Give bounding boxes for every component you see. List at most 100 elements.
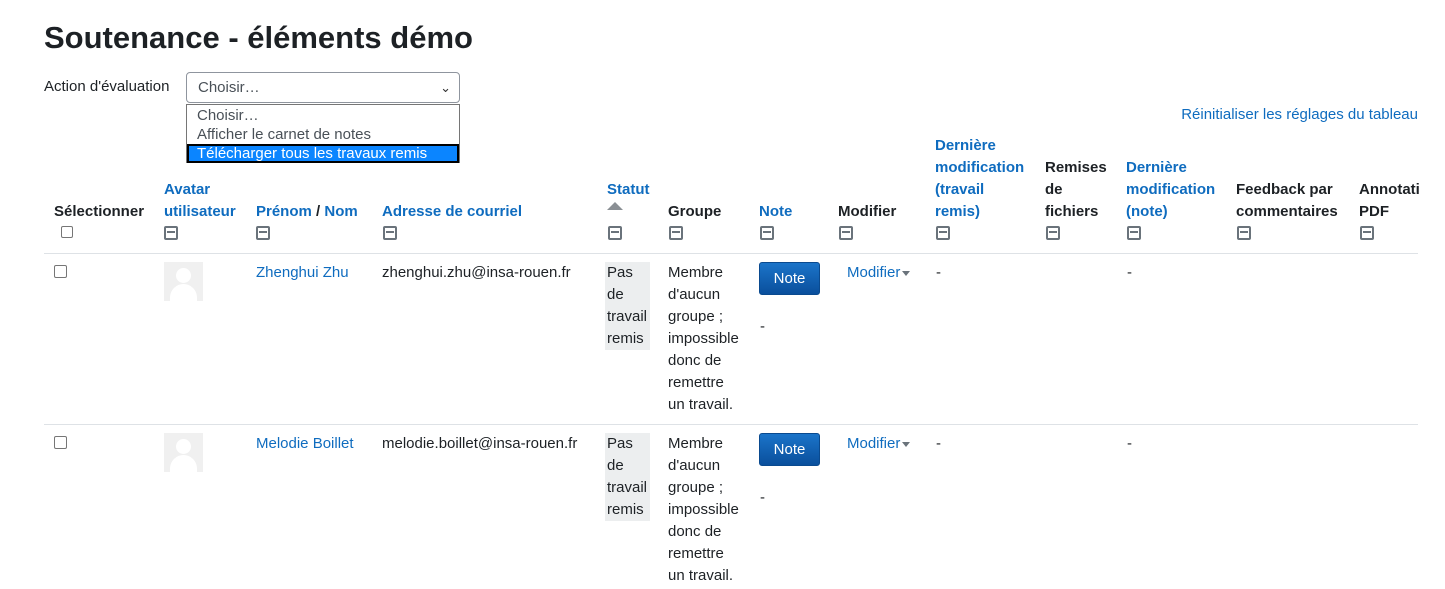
sort-ascending-icon <box>607 202 623 210</box>
status-badge: Pas de travail remis <box>605 433 650 521</box>
header-line: (travail <box>935 181 985 198</box>
header-last-modified-submission[interactable]: Dernière modification (travail remis) <box>935 135 1024 223</box>
header-name-separator: / <box>316 203 321 220</box>
grade-button[interactable]: Note <box>759 262 820 295</box>
collapse-column-icon[interactable] <box>936 226 950 240</box>
last-modified-grade: - <box>1127 435 1132 452</box>
group-info: Membre d'aucun groupe ; impossible donc … <box>668 262 739 416</box>
header-feedback: Feedback par commentaires <box>1236 179 1338 223</box>
group-line: Membre <box>668 435 724 452</box>
last-modified-submission: - <box>936 435 941 452</box>
group-line: groupe ; <box>668 308 724 325</box>
page-title: Soutenance - éléments démo <box>44 20 473 55</box>
grade-value: - <box>760 318 765 335</box>
status-line: de <box>607 286 624 303</box>
header-line: (note) <box>1126 203 1168 220</box>
status-line: remis <box>607 330 644 347</box>
header-line: remis) <box>935 203 981 220</box>
select-value: Choisir… <box>198 79 260 96</box>
collapse-column-icon[interactable] <box>839 226 853 240</box>
row-select-checkbox[interactable] <box>54 436 67 449</box>
avatar[interactable] <box>164 433 203 472</box>
header-avatar[interactable]: Avatar utilisateur <box>164 179 236 223</box>
header-last-modified-grade[interactable]: Dernière modification (note) <box>1126 157 1215 223</box>
caret-down-icon <box>902 270 911 276</box>
grade-button[interactable]: Note <box>759 433 820 466</box>
header-select: Sélectionner <box>54 203 145 220</box>
header-line: Feedback par <box>1236 181 1333 198</box>
header-line: commentaires <box>1236 203 1338 220</box>
group-line: remettre <box>668 374 724 391</box>
group-line: Membre <box>668 264 724 281</box>
dropdown-option-download-all[interactable]: Télécharger tous les travaux remis <box>187 144 459 163</box>
status-badge: Pas de travail remis <box>605 262 650 350</box>
caret-down-icon <box>902 441 911 447</box>
header-line: modification <box>935 159 1025 176</box>
status-line: Pas <box>607 435 633 452</box>
status-line: de <box>607 457 624 474</box>
grading-action-select[interactable]: Choisir… ⌄ <box>186 72 460 103</box>
dropdown-option-choose[interactable]: Choisir… <box>187 106 459 125</box>
modify-label: Modifier <box>847 435 901 452</box>
header-edit: Modifier <box>838 203 897 220</box>
header-grade[interactable]: Note <box>759 201 792 223</box>
group-line: remettre <box>668 545 724 562</box>
reset-table-preferences-link[interactable]: Réinitialiser les réglages du tableau <box>1181 106 1418 123</box>
grading-action-dropdown[interactable]: Choisir… Afficher le carnet de notes Tél… <box>186 104 460 163</box>
sort-lastname-link[interactable]: Nom <box>324 203 357 220</box>
group-line: donc de <box>668 352 722 369</box>
sort-firstname-link[interactable]: Prénom <box>256 203 312 220</box>
header-line: modification <box>1126 181 1216 198</box>
status-line: travail <box>607 308 648 325</box>
group-line: groupe ; <box>668 479 724 496</box>
modify-menu[interactable]: Modifier <box>847 435 911 452</box>
status-line: Pas <box>607 264 633 281</box>
header-annotation-pdf: Annotati PDF <box>1359 179 1445 223</box>
header-status[interactable]: Statut <box>607 179 650 201</box>
modify-menu[interactable]: Modifier <box>847 264 911 281</box>
header-line: Dernière <box>935 137 996 154</box>
last-modified-grade: - <box>1127 264 1132 281</box>
user-email: melodie.boillet@insa-rouen.fr <box>382 435 578 452</box>
grade-value: - <box>760 489 765 506</box>
header-file-submissions: Remises de fichiers <box>1045 157 1107 223</box>
header-line: de <box>1045 181 1063 198</box>
collapse-column-icon[interactable] <box>1360 226 1374 240</box>
collapse-column-icon[interactable] <box>1046 226 1060 240</box>
header-line: Remises <box>1045 159 1107 176</box>
user-email: zhenghui.zhu@insa-rouen.fr <box>382 264 571 281</box>
group-info: Membre d'aucun groupe ; impossible donc … <box>668 433 739 587</box>
header-email[interactable]: Adresse de courriel <box>382 201 522 223</box>
user-name-link[interactable]: Zhenghui Zhu <box>256 262 349 284</box>
group-line: donc de <box>668 523 722 540</box>
select-all-checkbox[interactable] <box>61 226 73 238</box>
group-line: un travail. <box>668 567 734 584</box>
header-line: PDF <box>1359 203 1389 220</box>
status-line: travail <box>607 479 648 496</box>
group-line: un travail. <box>668 396 734 413</box>
collapse-column-icon[interactable] <box>1237 226 1251 240</box>
row-divider <box>44 253 1418 254</box>
collapse-column-icon[interactable] <box>760 226 774 240</box>
header-line: fichiers <box>1045 203 1099 220</box>
group-line: d'aucun <box>668 286 721 303</box>
grading-action-label: Action d'évaluation <box>44 78 170 95</box>
collapse-column-icon[interactable] <box>1127 226 1141 240</box>
group-line: impossible <box>668 330 739 347</box>
group-line: impossible <box>668 501 739 518</box>
header-name: Prénom / Nom <box>256 201 358 223</box>
last-modified-submission: - <box>936 264 941 281</box>
row-select-checkbox[interactable] <box>54 265 67 278</box>
collapse-column-icon[interactable] <box>383 226 397 240</box>
collapse-column-icon[interactable] <box>164 226 178 240</box>
header-line: Annotati <box>1359 181 1420 198</box>
chevron-down-icon: ⌄ <box>440 80 451 95</box>
user-name-link[interactable]: Melodie Boillet <box>256 433 354 455</box>
collapse-column-icon[interactable] <box>669 226 683 240</box>
header-avatar-line1: Avatar <box>164 181 211 198</box>
header-avatar-line2: utilisateur <box>164 203 236 220</box>
dropdown-option-gradebook[interactable]: Afficher le carnet de notes <box>187 125 459 144</box>
collapse-column-icon[interactable] <box>608 226 622 240</box>
avatar[interactable] <box>164 262 203 301</box>
collapse-column-icon[interactable] <box>256 226 270 240</box>
